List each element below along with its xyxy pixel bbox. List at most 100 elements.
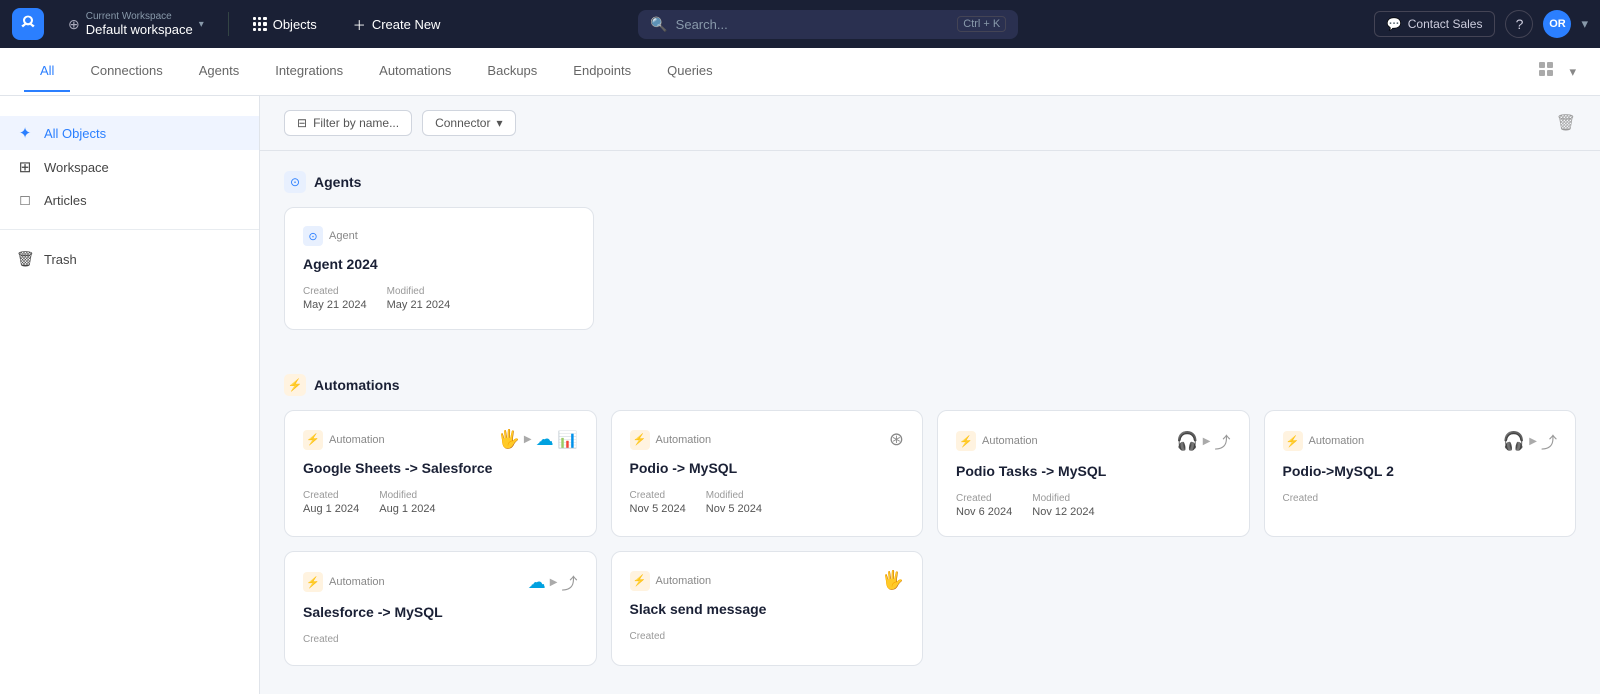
sidebar-item-workspace[interactable]: ⊞ Workspace — [0, 150, 259, 184]
agent-card-1[interactable]: ⊙ Agent Agent 2024 Created May 21 2024 M… — [284, 207, 594, 330]
app-logo[interactable] — [12, 8, 44, 40]
tab-integrations[interactable]: Integrations — [259, 51, 359, 92]
auto-card-2-created-label: Created — [630, 490, 686, 501]
automation-card-5[interactable]: ⚡ Automation ☁ ▶ ⤴ Salesforce -> MySQL C… — [284, 551, 597, 666]
auto-card-5-meta: Created — [303, 634, 578, 647]
auto-card-3-connectors: 🎧 ▶ ⤴ — [1176, 429, 1230, 453]
filter-by-name-button[interactable]: ⊟ Filter by name... — [284, 110, 412, 136]
plus-icon: ＋ — [353, 15, 366, 34]
auto-card-4-icon-right: ⤴ — [1541, 429, 1557, 453]
auto-card-5-type-label: Automation — [329, 576, 385, 588]
contact-sales-button[interactable]: 💬 Contact Sales — [1374, 11, 1496, 37]
automation-card-1[interactable]: ⚡ Automation 🖐 ▶ ☁ 📊 Google Sheets -> Sa… — [284, 410, 597, 537]
user-avatar[interactable]: OR — [1543, 10, 1571, 38]
tab-connections[interactable]: Connections — [74, 51, 178, 92]
auto-card-1-icon-right: 📊 — [558, 430, 578, 450]
tab-endpoints[interactable]: Endpoints — [557, 51, 647, 92]
create-new-label: Create New — [372, 17, 441, 32]
contact-sales-label: Contact Sales — [1408, 17, 1483, 31]
help-button[interactable]: ? — [1505, 10, 1533, 38]
content-trash-icon[interactable]: 🗑 — [1556, 115, 1576, 132]
automation-type-icon-5: ⚡ — [303, 572, 323, 592]
automations-section-title: Automations — [314, 377, 400, 393]
auto-card-2-type-label: Automation — [656, 434, 712, 446]
automations-section: ⚡ Automations ⚡ Automation 🖐 ▶ ☁ — [260, 354, 1600, 690]
sidebar-item-trash[interactable]: 🗑 Trash — [0, 242, 259, 276]
tab-automations[interactable]: Automations — [363, 51, 467, 92]
auto-card-1-modified-value: Aug 1 2024 — [379, 503, 435, 515]
auto-card-2-type: ⚡ Automation — [630, 430, 712, 450]
avatar-chevron-icon[interactable]: ▾ — [1581, 16, 1588, 32]
auto-card-6-connectors: 🖐 — [882, 570, 904, 591]
articles-icon: □ — [16, 192, 34, 209]
auto-card-5-type: ⚡ Automation — [303, 572, 385, 592]
auto-card-2-modified-value: Nov 5 2024 — [706, 503, 762, 515]
automation-type-icon-1: ⚡ — [303, 430, 323, 450]
auto-card-6-type-label: Automation — [656, 575, 712, 587]
sidebar-item-all-objects[interactable]: ✦ All Objects — [0, 116, 259, 150]
auto-card-4-type: ⚡ Automation — [1283, 431, 1365, 451]
auto-card-1-created-label: Created — [303, 490, 359, 501]
auto-card-3-created-label: Created — [956, 493, 1012, 504]
all-objects-icon: ✦ — [16, 124, 34, 142]
objects-label: Objects — [273, 17, 317, 32]
search-input[interactable] — [676, 17, 950, 32]
main-tabs: All Connections Agents Integrations Auto… — [24, 51, 729, 92]
sidebar: ✦ All Objects ⊞ Workspace □ Articles 🗑 T… — [0, 96, 260, 694]
tabs-right-controls: ▾ — [1533, 56, 1576, 87]
automation-card-4[interactable]: ⚡ Automation 🎧 ▶ ⤴ Podio->MySQL 2 Create… — [1264, 410, 1577, 537]
auto-card-1-type: ⚡ Automation — [303, 430, 385, 450]
automation-card-3[interactable]: ⚡ Automation 🎧 ▶ ⤴ Podio Tasks -> MySQL … — [937, 410, 1250, 537]
sidebar-item-articles[interactable]: □ Articles — [0, 184, 259, 217]
automation-type-icon-3: ⚡ — [956, 431, 976, 451]
auto-card-1-type-label: Automation — [329, 434, 385, 446]
auto-card-4-meta: Created — [1283, 493, 1558, 506]
agent-card-1-type: ⊙ Agent — [303, 226, 358, 246]
agent-card-1-title: Agent 2024 — [303, 256, 575, 272]
auto-card-3-modified-label: Modified — [1032, 493, 1094, 504]
auto-card-4-arrow: ▶ — [1529, 436, 1537, 447]
auto-card-5-icon-right: ⤴ — [561, 570, 577, 594]
workspace-name: Default workspace — [86, 22, 193, 37]
create-new-button[interactable]: ＋ Create New — [341, 11, 453, 38]
tab-agents[interactable]: Agents — [183, 51, 255, 92]
sidebar-section-main: ✦ All Objects ⊞ Workspace □ Articles — [0, 112, 259, 221]
filter-bar: ⊟ Filter by name... Connector ▾ 🗑 — [260, 96, 1600, 151]
auto-card-3-title: Podio Tasks -> MySQL — [956, 463, 1231, 479]
auto-card-5-icon-left: ☁ — [528, 572, 546, 593]
grid-icon — [253, 17, 267, 31]
trash-icon: 🗑 — [16, 250, 34, 268]
auto-card-2-meta: Created Nov 5 2024 Modified Nov 5 2024 — [630, 490, 905, 515]
tab-queries[interactable]: Queries — [651, 51, 729, 92]
auto-card-3-arrow: ▶ — [1203, 436, 1211, 447]
auto-card-1-connectors: 🖐 ▶ ☁ 📊 — [497, 429, 577, 450]
auto-card-5-arrow: ▶ — [550, 577, 558, 588]
sidebar-item-label-articles: Articles — [44, 193, 87, 208]
agent-card-1-modified-value: May 21 2024 — [387, 299, 451, 311]
auto-card-6-title: Slack send message — [630, 601, 905, 617]
search-box[interactable]: 🔍 Ctrl + K — [638, 10, 1018, 39]
automation-card-6[interactable]: ⚡ Automation 🖐 Slack send message Create… — [611, 551, 924, 666]
workspace-selector[interactable]: ⊕ Current Workspace Default workspace ▾ — [60, 7, 212, 41]
agent-card-1-modified-label: Modified — [387, 286, 451, 297]
agent-card-1-header: ⊙ Agent — [303, 226, 575, 246]
workspace-label: Current Workspace — [86, 11, 193, 22]
objects-button[interactable]: Objects — [245, 13, 325, 36]
automation-card-2[interactable]: ⚡ Automation ⊛ Podio -> MySQL Created No… — [611, 410, 924, 537]
tabs-bar: All Connections Agents Integrations Auto… — [0, 48, 1600, 96]
connector-filter-button[interactable]: Connector ▾ — [422, 110, 515, 136]
tab-backups[interactable]: Backups — [471, 51, 553, 92]
nav-divider — [228, 12, 229, 36]
search-shortcut: Ctrl + K — [957, 16, 1006, 32]
grid-view-button[interactable] — [1533, 56, 1561, 87]
sidebar-item-label-all-objects: All Objects — [44, 126, 106, 141]
search-icon: 🔍 — [650, 16, 667, 33]
auto-card-2-title: Podio -> MySQL — [630, 460, 905, 476]
automation-type-icon-2: ⚡ — [630, 430, 650, 450]
agent-card-1-created: Created May 21 2024 — [303, 286, 367, 311]
auto-card-3-type: ⚡ Automation — [956, 431, 1038, 451]
tab-all[interactable]: All — [24, 51, 70, 92]
agent-card-1-created-label: Created — [303, 286, 367, 297]
grid-chevron-icon[interactable]: ▾ — [1569, 64, 1576, 80]
auto-card-1-modified-label: Modified — [379, 490, 435, 501]
